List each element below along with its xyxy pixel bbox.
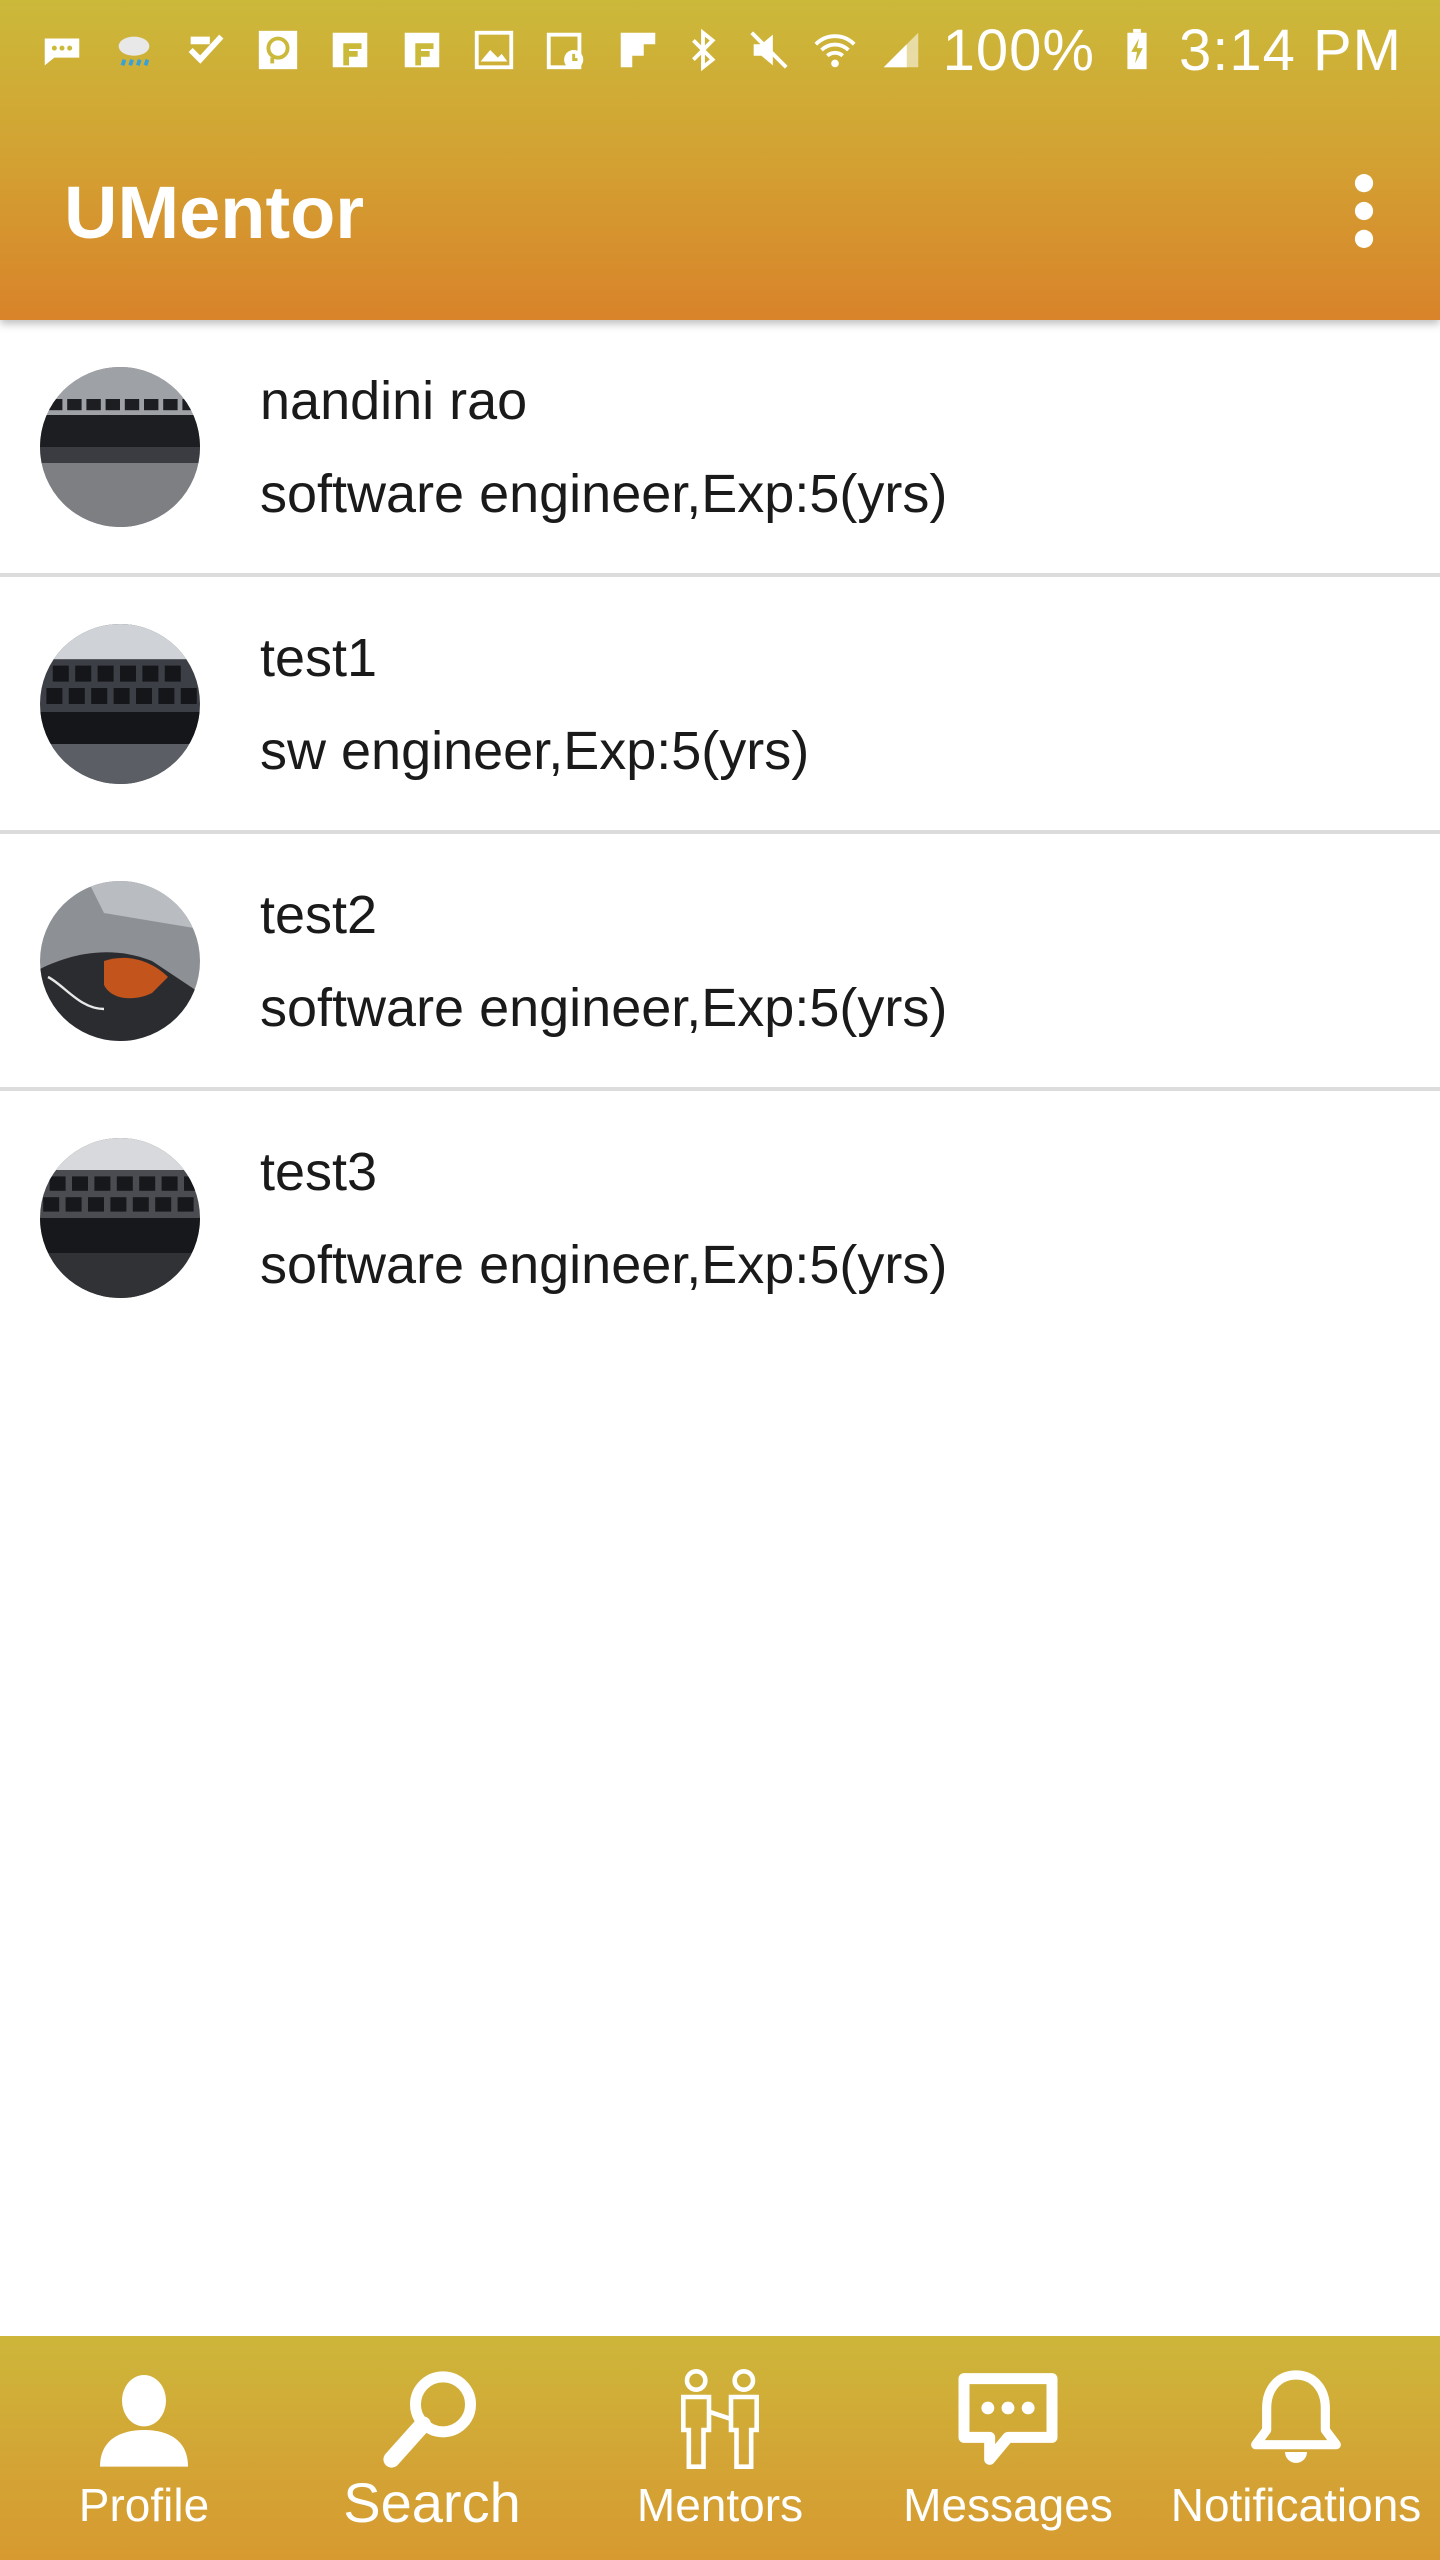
mentor-description: software engineer,Exp:5(yrs) bbox=[260, 464, 948, 524]
person-icon bbox=[89, 2364, 199, 2474]
nav-messages[interactable]: Messages bbox=[864, 2336, 1152, 2560]
mentor-name: test1 bbox=[260, 628, 378, 688]
mentor-avatar bbox=[40, 367, 200, 527]
nav-profile[interactable]: Profile bbox=[0, 2336, 288, 2560]
mentor-list: nandini rao software engineer,Exp:5(yrs)… bbox=[0, 320, 1440, 1344]
nav-mentors[interactable]: Mentors bbox=[576, 2336, 864, 2560]
mentor-name: test2 bbox=[260, 885, 378, 945]
mentor-name: test3 bbox=[260, 1142, 378, 1202]
image-icon bbox=[470, 26, 518, 74]
app-header: 100% 3:14 PM UMentor bbox=[0, 0, 1440, 320]
flipboard-red-icon bbox=[614, 26, 662, 74]
bluetooth-icon bbox=[679, 26, 727, 74]
more-options-button[interactable] bbox=[1328, 166, 1400, 256]
nav-label: Messages bbox=[903, 2479, 1113, 2531]
mentors-icon bbox=[665, 2364, 775, 2474]
nav-notifications[interactable]: Notifications bbox=[1152, 2336, 1440, 2560]
bell-icon bbox=[1241, 2364, 1351, 2474]
mentor-list-item[interactable]: nandini rao software engineer,Exp:5(yrs) bbox=[0, 320, 1440, 577]
clock: 3:14 PM bbox=[1179, 17, 1402, 83]
screen: 100% 3:14 PM UMentor nandini rao softwar… bbox=[0, 0, 1440, 2560]
nav-label: Mentors bbox=[636, 2479, 804, 2531]
calendar-icon bbox=[542, 26, 590, 74]
weather-icon bbox=[110, 26, 158, 74]
nav-label: Profile bbox=[78, 2479, 210, 2531]
notification-icons bbox=[38, 20, 662, 80]
message-icon bbox=[38, 26, 86, 74]
mentor-list-item[interactable]: test2 software engineer,Exp:5(yrs) bbox=[0, 834, 1440, 1091]
mentor-avatar bbox=[40, 624, 200, 784]
more-vert-icon bbox=[1354, 174, 1374, 248]
status-bar: 100% 3:14 PM bbox=[0, 0, 1440, 100]
search-icon bbox=[377, 2364, 487, 2474]
battery-percent: 100% bbox=[942, 17, 1095, 83]
mute-icon bbox=[745, 26, 793, 74]
system-status: 100% 3:14 PM bbox=[679, 18, 1402, 83]
nav-search[interactable]: Search bbox=[288, 2336, 576, 2560]
message-bubble-icon bbox=[953, 2364, 1063, 2474]
flipboard-icon bbox=[326, 26, 374, 74]
nav-label: Notifications bbox=[1170, 2479, 1422, 2531]
mentor-description: software engineer,Exp:5(yrs) bbox=[260, 978, 948, 1038]
mentor-name: nandini rao bbox=[260, 371, 528, 431]
wifi-icon bbox=[811, 26, 859, 74]
nav-label: Search bbox=[343, 2471, 521, 2534]
battery-icon bbox=[1113, 26, 1161, 74]
mentor-avatar bbox=[40, 1138, 200, 1298]
chat-bubble-icon bbox=[254, 26, 302, 74]
app-title: UMentor bbox=[64, 171, 365, 254]
mentor-avatar bbox=[40, 881, 200, 1041]
signal-icon bbox=[877, 26, 925, 74]
flipboard-icon-2 bbox=[398, 26, 446, 74]
check-icon bbox=[182, 26, 230, 74]
mentor-description: software engineer,Exp:5(yrs) bbox=[260, 1235, 948, 1295]
bottom-navigation: Profile Search Mentors Messages Notifica… bbox=[0, 2336, 1440, 2560]
mentor-description: sw engineer,Exp:5(yrs) bbox=[260, 721, 810, 781]
mentor-list-item[interactable]: test1 sw engineer,Exp:5(yrs) bbox=[0, 577, 1440, 834]
mentor-list-item[interactable]: test3 software engineer,Exp:5(yrs) bbox=[0, 1091, 1440, 1344]
